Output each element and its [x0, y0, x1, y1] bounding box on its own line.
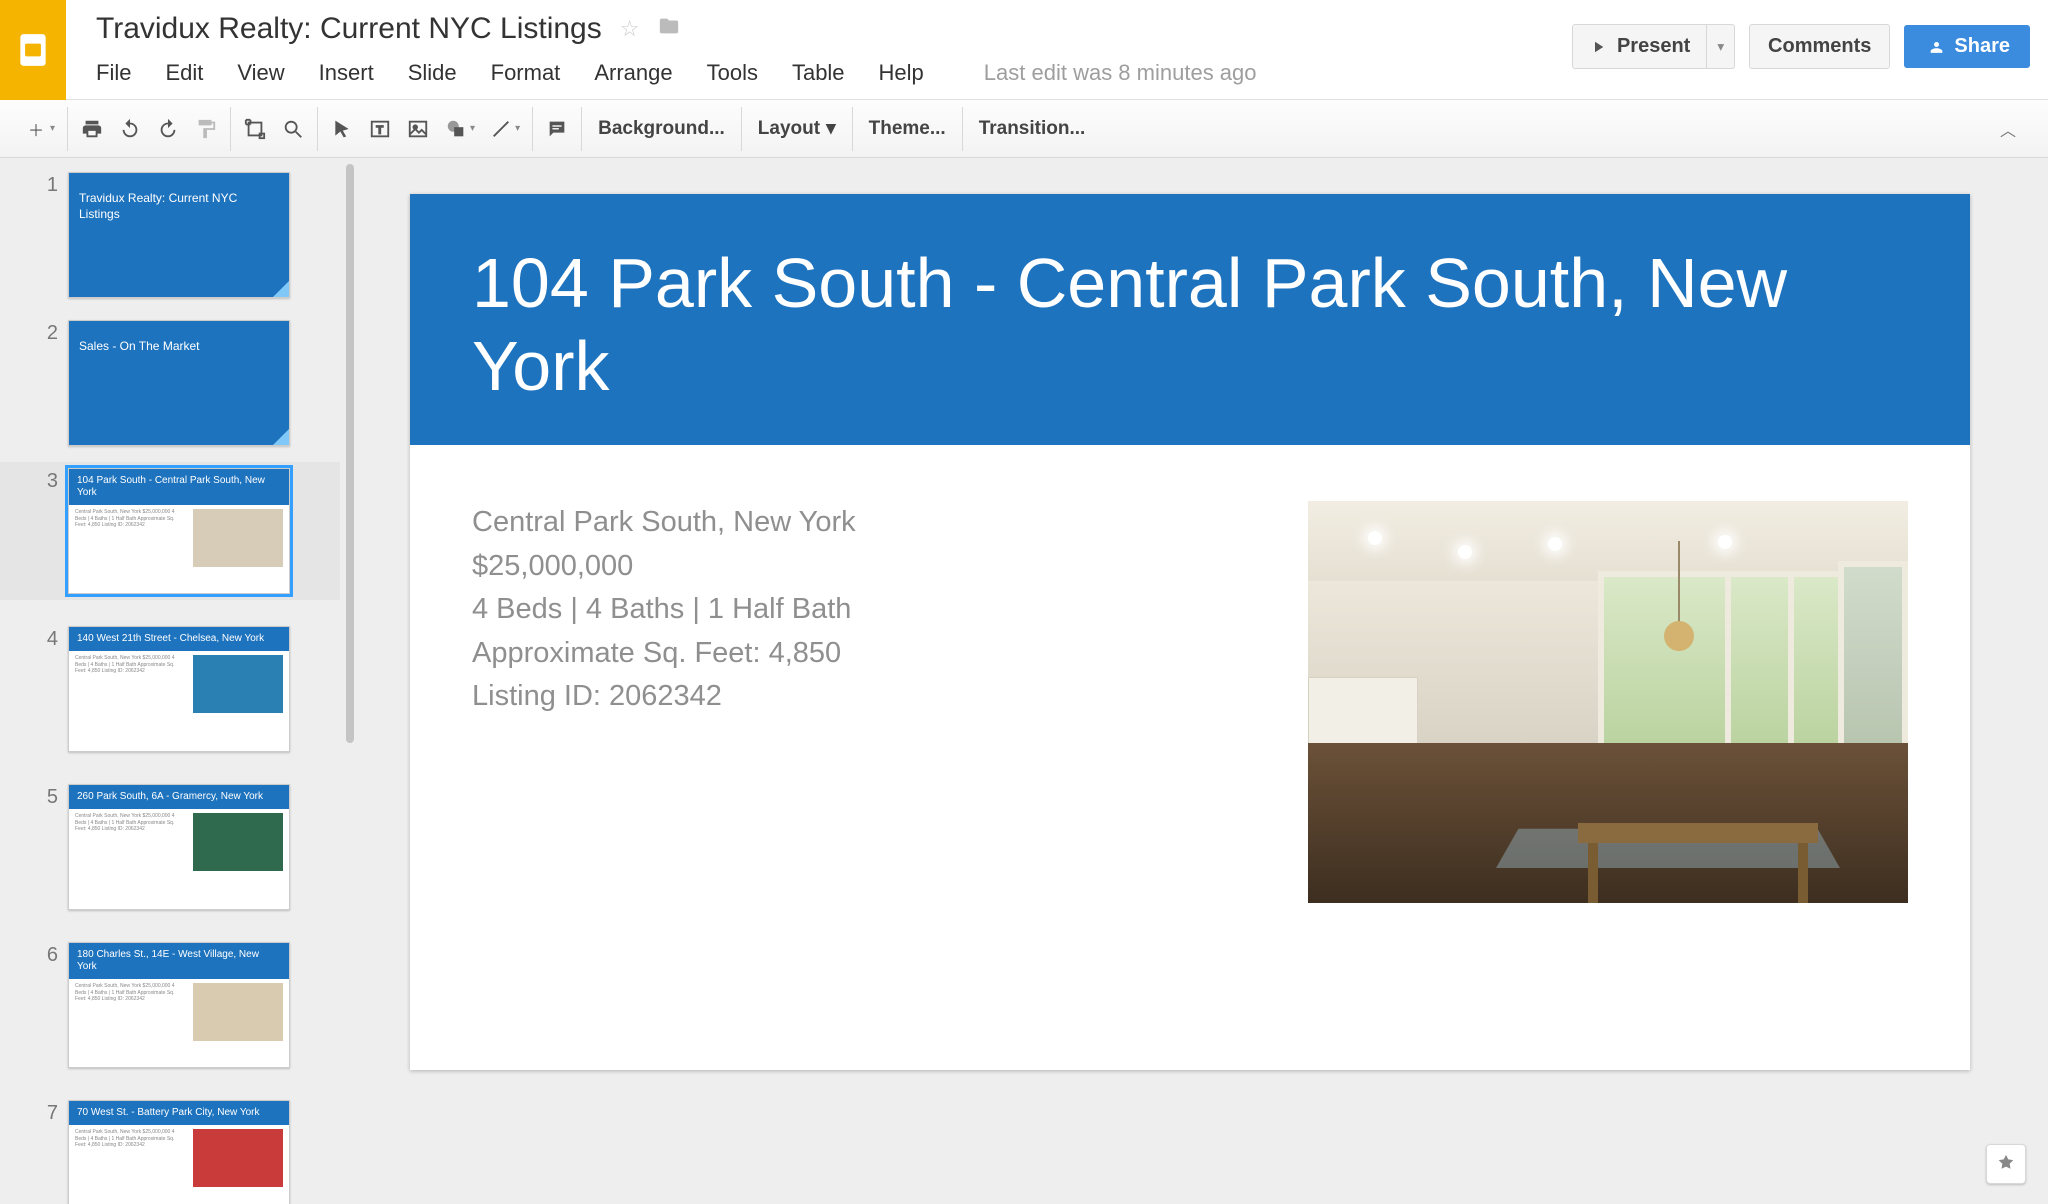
text-box-icon[interactable]: T	[368, 117, 392, 141]
collapse-toolbar-icon[interactable]: ︿	[2000, 117, 2036, 141]
shape-icon[interactable]: ▾	[444, 117, 475, 141]
zoom-fit-icon[interactable]	[243, 117, 267, 141]
menu-view[interactable]: View	[237, 60, 284, 86]
sidebar-scrollbar[interactable]	[342, 158, 358, 1204]
slide-number: 2	[0, 320, 58, 345]
present-dropdown[interactable]: ▾	[1707, 24, 1735, 69]
slide-body-text[interactable]: Central Park South, New York $25,000,000…	[472, 501, 856, 903]
redo-icon[interactable]	[156, 117, 180, 141]
paint-format-icon[interactable]	[194, 117, 218, 141]
slides-logo[interactable]	[0, 0, 66, 100]
slide-number: 4	[0, 626, 58, 651]
layout-button[interactable]: Layout▾	[754, 117, 840, 140]
undo-icon[interactable]	[118, 117, 142, 141]
comments-button[interactable]: Comments	[1749, 24, 1890, 69]
background-button[interactable]: Background...	[594, 118, 729, 140]
canvas-area[interactable]: 104 Park South - Central Park South, New…	[358, 158, 2048, 1204]
menu-edit[interactable]: Edit	[165, 60, 203, 86]
thumbnail[interactable]: 104 Park South - Central Park South, New…	[68, 468, 290, 594]
thumbnail[interactable]: Sales - On The Market	[68, 320, 290, 446]
slide-number: 5	[0, 784, 58, 809]
last-edit-text[interactable]: Last edit was 8 minutes ago	[984, 60, 1257, 86]
slide-number: 1	[0, 172, 58, 197]
menu-bar: File Edit View Insert Slide Format Arran…	[96, 60, 1572, 86]
thumbnail[interactable]: 180 Charles St., 14E - West Village, New…	[68, 942, 290, 1068]
svg-text:T: T	[376, 124, 383, 136]
slide-thumb-2[interactable]: 2 Sales - On The Market	[0, 314, 340, 452]
zoom-icon[interactable]	[281, 117, 305, 141]
menu-file[interactable]: File	[96, 60, 131, 86]
current-slide[interactable]: 104 Park South - Central Park South, New…	[410, 194, 1970, 1070]
menu-help[interactable]: Help	[879, 60, 924, 86]
title-area: Travidux Realty: Current NYC Listings ☆ …	[66, 0, 1572, 86]
thumbnail[interactable]: 260 Park South, 6A - Gramercy, New YorkC…	[68, 784, 290, 910]
slide-thumb-1[interactable]: 1 Travidux Realty: Current NYC Listings	[0, 166, 340, 304]
print-icon[interactable]	[80, 117, 104, 141]
line-icon[interactable]: ▾	[489, 117, 520, 141]
menu-tools[interactable]: Tools	[707, 60, 758, 86]
comment-icon[interactable]	[545, 117, 569, 141]
slide-panel: 1 Travidux Realty: Current NYC Listings 2S…	[0, 158, 358, 1204]
new-slide-button[interactable]: ＋▾	[24, 117, 55, 141]
slide-thumb-5[interactable]: 5 260 Park South, 6A - Gramercy, New York…	[0, 778, 340, 916]
folder-icon[interactable]	[657, 15, 681, 43]
slide-thumb-7[interactable]: 7 70 West St. - Battery Park City, New Yo…	[0, 1094, 340, 1204]
header-actions: Present ▾ Comments Share	[1572, 0, 2048, 69]
share-button[interactable]: Share	[1904, 25, 2030, 68]
slide-number: 3	[0, 468, 58, 493]
workspace: 1 Travidux Realty: Current NYC Listings 2S…	[0, 158, 2048, 1204]
theme-button[interactable]: Theme...	[865, 118, 950, 140]
document-title[interactable]: Travidux Realty: Current NYC Listings	[96, 12, 602, 46]
toolbar: ＋▾ T ▾ ▾ Background... Layout▾ Theme... …	[0, 100, 2048, 158]
slide-thumb-3[interactable]: 3 104 Park South - Central Park South, Ne…	[0, 462, 340, 600]
menu-format[interactable]: Format	[491, 60, 561, 86]
thumbnail[interactable]: 70 West St. - Battery Park City, New Yor…	[68, 1100, 290, 1204]
slide-thumb-6[interactable]: 6 180 Charles St., 14E - West Village, Ne…	[0, 936, 340, 1074]
thumbnail[interactable]: Travidux Realty: Current NYC Listings	[68, 172, 290, 298]
select-icon[interactable]	[330, 117, 354, 141]
explore-button[interactable]	[1986, 1144, 2026, 1184]
listing-photo[interactable]	[1308, 501, 1908, 903]
thumbnail[interactable]: 140 West 21th Street - Chelsea, New York…	[68, 626, 290, 752]
slide-thumb-4[interactable]: 4 140 West 21th Street - Chelsea, New Yor…	[0, 620, 340, 758]
menu-arrange[interactable]: Arrange	[594, 60, 672, 86]
present-button[interactable]: Present	[1572, 24, 1707, 69]
transition-button[interactable]: Transition...	[975, 118, 1090, 140]
slide-title-text[interactable]: 104 Park South - Central Park South, New…	[472, 242, 1908, 407]
menu-insert[interactable]: Insert	[319, 60, 374, 86]
app-header: Travidux Realty: Current NYC Listings ☆ …	[0, 0, 2048, 100]
image-icon[interactable]	[406, 117, 430, 141]
slide-number: 6	[0, 942, 58, 967]
star-icon[interactable]: ☆	[620, 16, 640, 42]
menu-table[interactable]: Table	[792, 60, 845, 86]
menu-slide[interactable]: Slide	[408, 60, 457, 86]
slide-number: 7	[0, 1100, 58, 1125]
